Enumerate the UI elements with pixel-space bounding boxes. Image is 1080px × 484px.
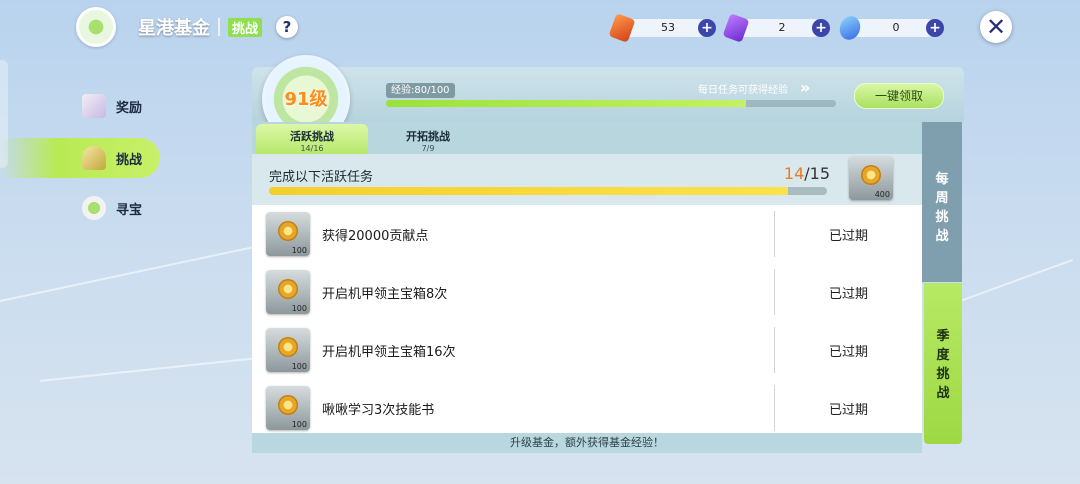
trophy-icon	[82, 146, 106, 170]
star-fund-icon	[76, 7, 116, 47]
task-row: 100 获得20000贡献点 已过期	[252, 205, 922, 264]
sidebar-item-label: 挑战	[116, 152, 143, 168]
task-reward[interactable]: 100	[266, 386, 310, 430]
summary-current: 14	[783, 164, 805, 183]
task-text: 获得20000贡献点	[322, 229, 429, 244]
sidebar-item-label: 奖励	[116, 100, 143, 116]
sidebar-item-treasure[interactable]: 寻宝	[0, 188, 160, 228]
add-currency-button[interactable]: +	[698, 19, 716, 37]
currency-ticket: 53 +	[608, 13, 716, 43]
vertical-tab-label: 季度挑战	[936, 329, 950, 401]
task-status: 已过期	[828, 345, 868, 360]
task-status: 已过期	[828, 403, 868, 418]
add-currency-button[interactable]: +	[926, 19, 944, 37]
sidebar-item-challenge[interactable]: 挑战	[0, 138, 160, 178]
gold-coin-icon	[278, 221, 298, 241]
tab-season-challenge[interactable]: 季度挑战	[924, 283, 962, 444]
currency-value: 53	[661, 21, 675, 34]
tab-count: 14/16	[300, 144, 324, 153]
title-divider	[218, 18, 220, 36]
tab-name: 活跃挑战	[290, 130, 334, 143]
task-status: 已过期	[828, 229, 868, 244]
help-button[interactable]: ?	[276, 16, 299, 38]
tab-active-challenge[interactable]: 活跃挑战 14/16	[256, 124, 368, 154]
tab-name: 开拓挑战	[406, 130, 450, 143]
bg-streak	[959, 259, 1074, 302]
summary-progress-fill	[269, 187, 788, 195]
task-list: 100 获得20000贡献点 已过期 100 开启机甲领主宝箱8次 已过期 10…	[252, 205, 922, 433]
summary-total: /15	[804, 164, 830, 183]
task-text: 啾啾学习3次技能书	[322, 403, 435, 418]
tab-count: 7/9	[421, 144, 435, 153]
exp-progress-fill	[386, 100, 746, 107]
close-button[interactable]: ✕	[980, 11, 1012, 43]
gold-coin-icon	[861, 165, 881, 185]
summary-progress-bar	[269, 187, 827, 195]
vertical-tab-label: 每周挑战	[935, 172, 949, 244]
page-title: 星港基金	[138, 18, 210, 39]
level-text: 91级	[284, 89, 328, 110]
tab-weekly-challenge[interactable]: 每周挑战	[922, 122, 962, 282]
reward-quantity: 100	[291, 246, 307, 255]
sidebar-item-label: 寻宝	[116, 202, 143, 218]
exp-label: 经验:80/100	[386, 83, 455, 98]
gold-coin-icon	[278, 395, 298, 415]
tab-explore-challenge[interactable]: 开拓挑战 7/9	[372, 124, 484, 154]
blue-crystal-icon	[836, 13, 864, 43]
task-reward[interactable]: 100	[266, 212, 310, 256]
daily-exp-hint: 每日任务可获得经验	[698, 85, 788, 96]
currency-crystal: 0 +	[836, 13, 944, 43]
sidebar-item-rewards[interactable]: 奖励	[0, 86, 160, 126]
task-text: 开启机甲领主宝箱8次	[322, 287, 448, 302]
upgrade-hint: 升级基金，额外获得基金经验！	[252, 433, 922, 453]
claim-all-button[interactable]: 一键领取	[854, 83, 944, 109]
reward-quantity: 400	[874, 190, 890, 199]
task-reward[interactable]: 100	[266, 270, 310, 314]
gift-icon	[82, 94, 106, 118]
task-row: 100 开启机甲领主宝箱16次 已过期	[252, 321, 922, 380]
task-row: 100 开启机甲领主宝箱8次 已过期	[252, 263, 922, 322]
currency-value: 0	[892, 21, 900, 34]
ticket-icon	[608, 13, 636, 43]
gold-coin-icon	[278, 279, 298, 299]
summary-count: 14/15	[776, 164, 830, 183]
currency-card: 2 +	[722, 13, 830, 43]
task-reward[interactable]: 100	[266, 328, 310, 372]
exp-progress-bar	[386, 100, 836, 107]
reward-quantity: 100	[291, 362, 307, 371]
reward-quantity: 100	[291, 304, 307, 313]
add-currency-button[interactable]: +	[812, 19, 830, 37]
purple-card-icon	[722, 13, 750, 43]
task-row: 100 啾啾学习3次技能书 已过期	[252, 379, 922, 433]
header: 星港基金 挑战 ?	[76, 7, 299, 47]
task-text: 开启机甲领主宝箱16次	[322, 345, 456, 360]
coin-stack-icon	[82, 196, 106, 220]
title-tag: 挑战	[228, 17, 263, 37]
reward-quantity: 100	[291, 420, 307, 429]
chevron-right-icon: »	[800, 78, 811, 97]
task-status: 已过期	[828, 287, 868, 302]
gold-coin-icon	[278, 337, 298, 357]
currency-value: 2	[778, 21, 786, 34]
summary-reward[interactable]: 400	[849, 156, 893, 200]
summary-label: 完成以下活跃任务	[269, 170, 374, 185]
